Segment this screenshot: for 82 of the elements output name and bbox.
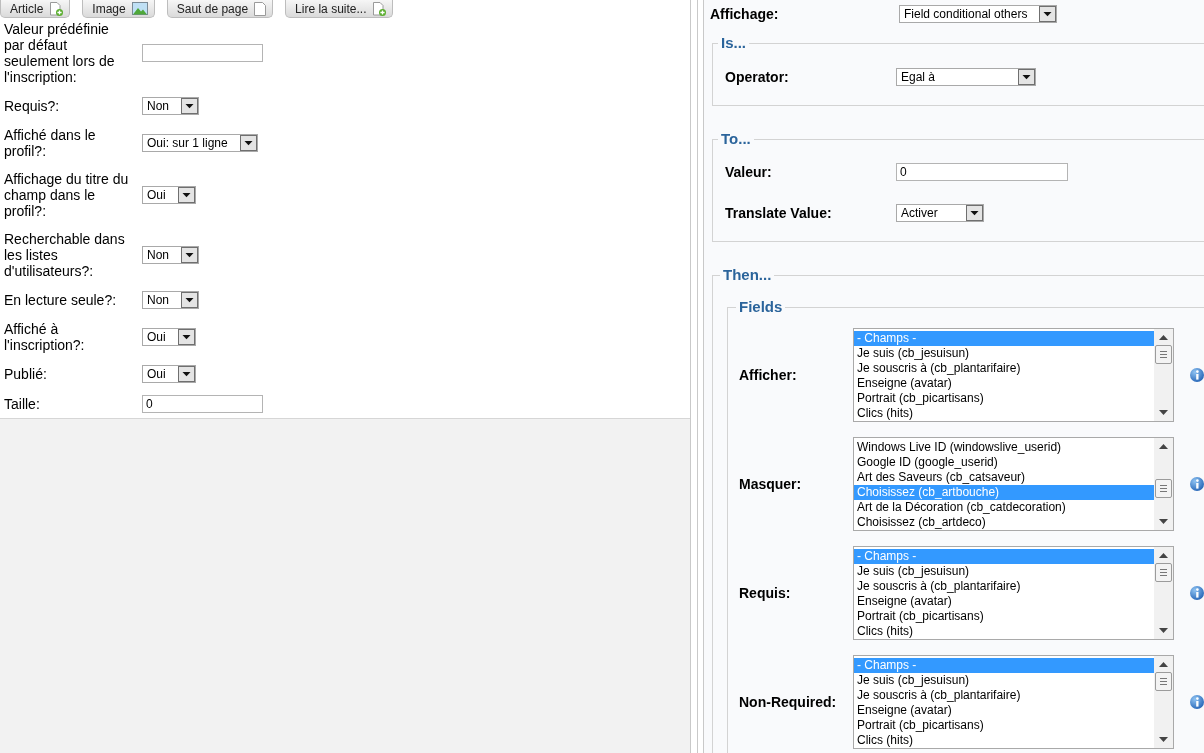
list-option[interactable]: Je souscris à (cb_plantarifaire)	[854, 688, 1154, 703]
scroll-down-arrow-icon[interactable]	[1159, 410, 1168, 415]
field-label: Affiché à l'inscription?:	[4, 321, 86, 353]
dropdown[interactable]: Non	[142, 291, 199, 309]
list-box[interactable]: - Champs - Je suis (cb_jesuisun) Je souscris à (cb_plantarifaire) Enseigne (avatar) Portrait (cb_picartisans) Clics (hits)	[853, 328, 1174, 422]
field-label: En lecture seule?:	[4, 292, 117, 308]
group-title: Is...	[720, 34, 747, 52]
scroll-thumb-icon[interactable]	[1155, 479, 1172, 498]
group-title: To...	[720, 130, 752, 148]
scroll-up-arrow-icon[interactable]	[1159, 553, 1168, 558]
list-option[interactable]: Windows Live ID (windowslive_userid)	[854, 440, 1154, 455]
list-option[interactable]: Portrait (cb_picartisans)	[854, 718, 1154, 733]
group-title: Then...	[722, 266, 773, 284]
list-option[interactable]: Choisissez (cb_artdeco)	[854, 515, 1154, 530]
field-label: Recherchable dans les listes d'utilisateurs?:	[4, 231, 126, 279]
scrollbar[interactable]	[1154, 438, 1173, 530]
field-label: Masquer:	[739, 476, 802, 492]
list-option[interactable]: Portrait (cb_picartisans)	[854, 391, 1154, 406]
scroll-down-arrow-icon[interactable]	[1159, 628, 1168, 633]
scroll-down-arrow-icon[interactable]	[1159, 737, 1168, 742]
dropdown[interactable]: Non	[142, 97, 199, 115]
list-option[interactable]: Portrait (cb_picartisans)	[854, 609, 1154, 624]
list-option[interactable]: Art des Saveurs (cb_catsaveur)	[854, 470, 1154, 485]
list-option[interactable]: Enseigne (avatar)	[854, 594, 1154, 609]
list-option[interactable]: Clics (hits)	[854, 733, 1154, 748]
field-label: Operator:	[725, 69, 789, 85]
list-option[interactable]: Art de la Décoration (cb_catdecoration)	[854, 500, 1154, 515]
field-label: Valeur prédéfinie par défaut seulement lors de l'inscription:	[4, 21, 116, 85]
page-plus-icon	[372, 1, 387, 16]
page-icon	[254, 1, 267, 16]
toolbar-button[interactable]: Article	[0, 0, 71, 18]
list-option[interactable]: Je souscris à (cb_plantarifaire)	[854, 579, 1154, 594]
list-option[interactable]: Clics (hits)	[854, 406, 1154, 421]
list-option[interactable]: Je suis (cb_jesuisun)	[854, 564, 1154, 579]
field-label: Afficher:	[739, 367, 797, 383]
dropdown[interactable]: Activer	[896, 204, 984, 222]
toolbar-button[interactable]: Lire la suite...	[285, 0, 394, 18]
field-label: Taille:	[4, 396, 40, 412]
list-option[interactable]: Clics (hits)	[854, 624, 1154, 639]
toolbar-button[interactable]: Image	[82, 0, 155, 18]
dropdown[interactable]: Oui: sur 1 ligne	[142, 134, 258, 152]
scroll-up-arrow-icon[interactable]	[1159, 662, 1168, 667]
list-option[interactable]: Je suis (cb_jesuisun)	[854, 346, 1154, 361]
group-title: Fields	[738, 298, 784, 316]
list-box[interactable]: - Champs - Je suis (cb_jesuisun) Je souscris à (cb_plantarifaire) Enseigne (avatar) Portrait (cb_picartisans) Clics (hits)	[853, 546, 1174, 640]
scroll-thumb-icon[interactable]	[1155, 563, 1172, 582]
scrollbar[interactable]	[1154, 329, 1173, 421]
scrollbar[interactable]	[1154, 656, 1173, 748]
scroll-thumb-icon[interactable]	[1155, 345, 1172, 364]
text-field[interactable]: 0	[896, 163, 1068, 181]
page-plus-icon	[49, 1, 64, 16]
scroll-thumb-icon[interactable]	[1155, 672, 1172, 691]
dropdown[interactable]: Oui	[142, 186, 196, 204]
list-option[interactable]: Enseigne (avatar)	[854, 376, 1154, 391]
text-field[interactable]: 0	[142, 395, 263, 413]
list-option[interactable]: Je suis (cb_jesuisun)	[854, 673, 1154, 688]
field-label: Affichage:	[710, 6, 779, 22]
field-label: Requis:	[739, 585, 791, 601]
field-label: Publié:	[4, 366, 47, 382]
field-label: Translate Value:	[725, 205, 832, 221]
dropdown[interactable]: Field conditional others	[899, 5, 1057, 23]
scroll-up-arrow-icon[interactable]	[1159, 335, 1168, 340]
image-icon	[131, 2, 148, 15]
list-box[interactable]: - Champs - Je suis (cb_jesuisun) Je souscris à (cb_plantarifaire) Enseigne (avatar) Portrait (cb_picartisans) Clics (hits)	[853, 655, 1174, 749]
list-option[interactable]: Je souscris à (cb_plantarifaire)	[854, 361, 1154, 376]
field-label: Affichage du titre du champ dans le profil?:	[4, 171, 130, 219]
scroll-down-arrow-icon[interactable]	[1159, 519, 1168, 524]
dropdown[interactable]: Oui	[142, 328, 196, 346]
list-option[interactable]: Google ID (google_userid)	[854, 455, 1154, 470]
scrollbar[interactable]	[1154, 547, 1173, 639]
field-label: Requis?:	[4, 98, 60, 114]
field-label: Non-Required:	[739, 694, 837, 710]
list-option[interactable]: Enseigne (avatar)	[854, 703, 1154, 718]
dropdown[interactable]: Oui	[142, 365, 196, 383]
dropdown[interactable]: Non	[142, 246, 199, 264]
text-field[interactable]	[142, 44, 263, 62]
list-box[interactable]: Windows Live ID (windowslive_userid) Google ID (google_userid) Art des Saveurs (cb_catsaveur) Choisissez (cb_artbouche) Art de la Décoration (cb_catdecoration) Choisissez (cb_artdeco)	[853, 437, 1174, 531]
scroll-up-arrow-icon[interactable]	[1159, 444, 1168, 449]
field-label: Affiché dans le profil?:	[4, 127, 97, 159]
dropdown[interactable]: Egal à	[896, 68, 1036, 86]
toolbar-button[interactable]: Saut de page	[166, 0, 274, 18]
field-label: Valeur:	[725, 164, 772, 180]
